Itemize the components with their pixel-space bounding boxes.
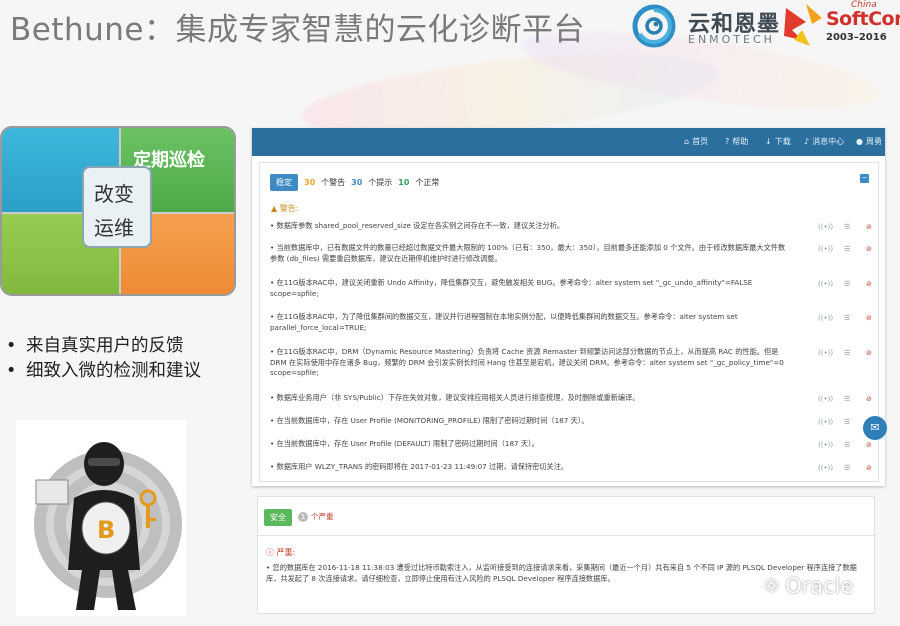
health-check-panel: 稳定 30 个警告 30 个提示 10 个正常 − ▲ 警告: • 数据库参数 …: [259, 162, 879, 482]
list-icon[interactable]: ☰: [844, 245, 850, 253]
warning-triangle-icon: ▲: [271, 204, 278, 213]
bullet-item: • 来自真实用户的反馈: [6, 334, 201, 359]
watermark-text: Oracle: [785, 574, 854, 598]
broadcast-icon[interactable]: ((•)): [818, 464, 833, 472]
warning-row: • 数据库业务用户（非 SYS/Public）下存在失效对象，建议安排应用相关人…: [270, 393, 640, 402]
ban-icon[interactable]: ⊘: [866, 349, 872, 357]
broadcast-icon[interactable]: ((•)): [818, 349, 833, 357]
severe-heading: ⓘ 严重:: [266, 548, 296, 557]
warn-count: 30: [304, 177, 316, 187]
broadcast-icon[interactable]: ((•)): [818, 223, 833, 231]
nav-help[interactable]: ? 帮助: [725, 136, 748, 147]
alert-circle-icon: ⓘ: [266, 548, 274, 557]
row-actions: ((•)) ☰ ⊘: [818, 464, 878, 474]
check-summary: 稳定 30 个警告 30 个提示 10 个正常: [270, 173, 439, 191]
row-actions: ((•)) ☰ ⊘: [818, 314, 878, 324]
chat-icon[interactable]: ✉: [863, 416, 887, 440]
wechat-watermark: ❁ Oracle: [764, 574, 853, 598]
warning-heading: ▲ 警告:: [271, 204, 299, 213]
ban-icon[interactable]: ⊘: [866, 314, 872, 322]
feature-bullets: • 来自真实用户的反馈 • 细致入微的检测和建议: [6, 334, 201, 384]
row-actions: ((•)) ☰ ⊘: [818, 395, 878, 405]
bethune-app-screenshot: ⌂ 首页 ? 帮助 ↓ 下载 ♪ 消息中心 ● 周勇 ▾ 稳定 30 个警告 3…: [252, 128, 885, 486]
home-icon: ⌂: [684, 137, 690, 146]
list-icon[interactable]: ☰: [844, 395, 850, 403]
broadcast-icon[interactable]: ((•)): [818, 280, 833, 288]
slide-title: Bethune：集成专家智慧的云化诊断平台: [10, 12, 586, 48]
warning-row: • 数据库参数 shared_pool_reserved_size 设定在各实例…: [270, 221, 565, 230]
security-tab[interactable]: 安全: [264, 509, 292, 526]
broadcast-icon[interactable]: ((•)): [818, 418, 833, 426]
quad-center-line2: 运维: [94, 216, 134, 240]
normal-count: 10: [398, 177, 410, 187]
ban-icon[interactable]: ⊘: [866, 464, 872, 472]
row-actions: ((•)) ☰ ⊘: [818, 349, 878, 359]
softcon-years: 2003–2016: [826, 32, 887, 43]
broadcast-icon[interactable]: ((•)): [818, 395, 833, 403]
ban-icon[interactable]: ⊘: [866, 245, 872, 253]
ban-icon[interactable]: ⊘: [866, 441, 872, 449]
row-actions: ((•)) ☰ ⊘: [818, 223, 878, 233]
bullet-dot-icon: •: [6, 336, 17, 356]
security-count: 1 个严重: [298, 511, 334, 522]
wechat-icon: ❁: [764, 575, 780, 597]
divider: [258, 535, 876, 536]
broadcast-icon[interactable]: ((•)): [818, 245, 833, 253]
nav-download[interactable]: ↓ 下载: [765, 136, 791, 147]
list-icon[interactable]: ☰: [844, 464, 850, 472]
warning-row: • 数据库用户 WLZY_TRANS 的密码即将在 2017-01-23 11:…: [270, 462, 569, 471]
hint-count: 30: [351, 177, 363, 187]
warning-row: • 在11G版本RAC中，DRM（Dynamic Resource Master…: [270, 347, 784, 377]
warning-row: • 在11G版本RAC中，为了降低集群间的数据交互，建议并行进程强制在本地实例分…: [270, 312, 738, 332]
ban-icon[interactable]: ⊘: [866, 395, 872, 403]
list-icon[interactable]: ☰: [844, 349, 850, 357]
list-icon[interactable]: ☰: [844, 223, 850, 231]
ransomware-thief-illustration: B: [16, 420, 186, 616]
warning-row: • 当前数据库中，已有数据文件的数量已经超过数据文件最大限制的 100%（已有：…: [270, 243, 786, 263]
softcon-name: SoftCon: [826, 8, 900, 30]
nav-messages[interactable]: ♪ 消息中心: [804, 136, 844, 147]
count-badge: 1: [298, 511, 308, 522]
list-icon[interactable]: ☰: [844, 418, 850, 426]
broadcast-icon[interactable]: ((•)): [818, 441, 833, 449]
quad-center-line1: 改变: [94, 182, 134, 206]
warn-label: 个警告: [321, 177, 346, 187]
nav-user[interactable]: ● 周勇 ▾: [856, 136, 885, 147]
svg-text:B: B: [97, 516, 115, 544]
help-icon: ?: [725, 137, 730, 146]
app-navbar: ⌂ 首页 ? 帮助 ↓ 下载 ♪ 消息中心 ● 周勇 ▾: [252, 128, 885, 156]
row-actions: ((•)) ☰ ⊘: [818, 245, 878, 255]
list-icon[interactable]: ☰: [844, 441, 850, 449]
warning-row: • 在当前数据库中，存在 User Profile (DEFAULT) 限制了密…: [270, 439, 539, 448]
hint-label: 个提示: [368, 177, 393, 187]
bullet-dot-icon: •: [6, 361, 17, 381]
bullet-item: • 细致入微的检测和建议: [6, 359, 201, 384]
severe-label: 个严重: [311, 512, 334, 521]
row-actions: ((•)) ☰ ⊘: [818, 280, 878, 290]
download-icon: ↓: [765, 137, 772, 146]
warning-row: • 在11G版本RAC中，建议关闭重新 Undo Affinity，降低集群交互…: [270, 278, 753, 298]
bell-icon: ♪: [804, 137, 810, 146]
normal-label: 个正常: [415, 177, 440, 187]
nav-home[interactable]: ⌂ 首页: [684, 136, 708, 147]
ban-icon[interactable]: ⊘: [866, 223, 872, 231]
status-stable-button[interactable]: 稳定: [270, 173, 298, 191]
user-icon: ●: [856, 137, 863, 146]
warning-row: • 在当前数据库中，存在 User Profile (MONITORING_PR…: [270, 416, 589, 425]
broadcast-icon[interactable]: ((•)): [818, 314, 833, 322]
collapse-icon[interactable]: −: [860, 174, 869, 183]
row-actions: ((•)) ☰ ⊘: [818, 441, 878, 451]
brand-name-en: ENMOTECH: [688, 33, 775, 46]
list-icon[interactable]: ☰: [844, 314, 850, 322]
list-icon[interactable]: ☰: [844, 280, 850, 288]
ban-icon[interactable]: ⊘: [866, 280, 872, 288]
enmotech-logo-icon: [632, 4, 676, 48]
